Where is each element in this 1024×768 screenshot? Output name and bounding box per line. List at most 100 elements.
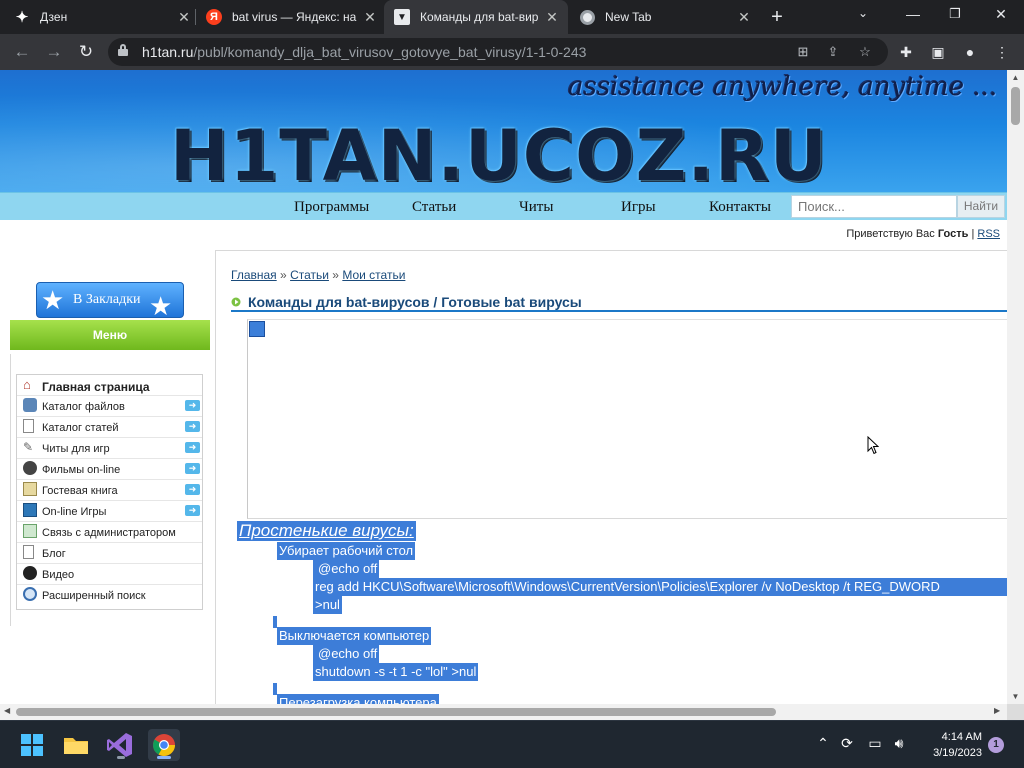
sidebar-item-label: Каталог статей [42,422,119,434]
reload-icon[interactable]: ↻ [76,42,96,62]
yandex-icon: Я [206,9,222,25]
video-icon [23,566,37,580]
new-tab-button[interactable]: + [766,6,788,28]
breadcrumb-home[interactable]: Главная [231,268,277,282]
clock-date: 3/19/2023 [933,747,982,759]
share-icon[interactable]: ⇪ [824,44,842,60]
system-clock[interactable]: 4:14 AM 3/19/2023 [916,729,982,761]
close-icon[interactable]: ✕ [544,9,560,26]
breadcrumb-separator: » [280,268,287,282]
show-hidden-icons[interactable]: ⌃ [814,735,832,752]
bookmark-star-icon[interactable]: ☆ [856,44,874,60]
sidebar-item-online-games[interactable]: On-line Игры ➜ [17,501,202,522]
close-icon[interactable]: ✕ [736,9,752,26]
sidebar-item-label: Блог [42,548,66,560]
nav-articles[interactable]: Статьи [412,199,456,216]
globe-icon [23,503,37,517]
sidebar-item-video[interactable]: Видео [17,564,202,585]
greeting-user: Гость [937,228,969,240]
breadcrumb-my-articles[interactable]: Мои статьи [342,268,405,282]
vertical-scrollbar[interactable]: ▲ ▼ [1007,70,1024,704]
scroll-left-icon[interactable]: ◀ [4,706,10,715]
sidebar-item-label: Главная страница [42,380,150,394]
tab-search-icon[interactable]: ⌄ [852,6,874,20]
sidebar-item-advanced-search[interactable]: Расширенный поиск [17,585,202,606]
profile-icon[interactable]: ● [960,42,980,62]
tab-yandex[interactable]: Я bat virus — Яндекс: на ✕ [206,0,378,34]
scroll-down-icon[interactable]: ▼ [1007,692,1024,701]
scroll-right-icon[interactable]: ▶ [994,706,1000,715]
breadcrumb-articles[interactable]: Статьи [290,268,329,282]
title-underline [231,310,1007,312]
side-panel-icon[interactable]: ▣ [928,42,948,62]
site-favicon-icon: ▼ [394,9,410,25]
sync-icon[interactable]: ⟳ [838,735,856,752]
nav-games[interactable]: Игры [621,199,656,216]
translate-icon[interactable]: ⊞ [794,44,812,60]
greeting: Приветствую Вас Гость | RSS [846,228,1000,240]
blog-icon [23,545,34,559]
menu-kebab-icon[interactable]: ⋮ [992,42,1012,62]
dzen-icon: ✦ [15,9,29,26]
site-search-input[interactable]: Поиск... [791,195,957,218]
arrow-right-icon: ➜ [185,463,200,474]
arrow-right-icon: ➜ [185,484,200,495]
section-heading: Простенькие вирусы: [237,521,416,541]
forward-icon[interactable]: → [44,42,64,62]
start-button[interactable] [16,729,48,761]
film-icon [23,461,37,475]
code-caption: Перезагрузка компьютера [277,694,439,704]
address-bar[interactable]: h1tan.ru/publ/komandy_dlja_bat_virusov_g… [108,38,888,66]
close-icon[interactable]: ✕ [362,9,378,26]
tab-active-page[interactable]: ▼ Команды для bat-вир ✕ [384,0,568,34]
extensions-icon[interactable]: ✚ [896,42,916,62]
nav-programs[interactable]: Программы [294,199,369,216]
sidebar-item-articles[interactable]: Каталог статей ➜ [17,417,202,438]
file-explorer-button[interactable] [60,729,92,761]
close-icon[interactable]: ✕ [176,9,192,26]
sidebar-item-guestbook[interactable]: Гостевая книга ➜ [17,480,202,501]
scroll-up-icon[interactable]: ▲ [1007,73,1024,82]
nav-contacts[interactable]: Контакты [709,199,771,216]
chrome-icon [580,9,595,25]
search-icon [23,587,37,601]
scrollbar-thumb[interactable] [16,708,776,716]
restore-icon[interactable]: ❐ [944,6,966,22]
sidebar-item-files[interactable]: Каталог файлов ➜ [17,396,202,417]
sidebar-item-label: Расширенный поиск [42,590,146,602]
home-icon: ⌂ [23,377,31,392]
window-close-icon[interactable]: ✕ [990,6,1012,23]
horizontal-scrollbar[interactable]: ◀ ▶ [0,704,1007,720]
rss-link[interactable]: RSS [977,228,1000,240]
page-viewport: assistance anywhere, anytime ... H1TAN.U… [0,70,1007,704]
star-icon: ★ [149,291,173,321]
volume-icon[interactable]: 🔊︎ [890,735,908,752]
tab-new-tab[interactable]: New Tab ✕ [580,0,752,34]
sidebar-item-label: Читы для игр [42,443,110,455]
sidebar-item-movies[interactable]: Фильмы on-line ➜ [17,459,202,480]
sidebar-item-home[interactable]: ⌂ Главная страница [17,375,202,396]
nav-cheats[interactable]: Читы [519,199,553,216]
visual-studio-button[interactable] [104,729,136,761]
network-icon[interactable]: ▭ [866,735,884,752]
site-logo[interactable]: H1TAN.UCOZ.RU [170,118,828,192]
add-bookmark-label: В Закладки [73,292,141,307]
sidebar-item-cheats[interactable]: ✎ Читы для игр ➜ [17,438,202,459]
sidebar-item-label: On-line Игры [42,506,107,518]
scrollbar-thumb[interactable] [1011,87,1020,125]
sidebar-item-blog[interactable]: Блог [17,543,202,564]
back-icon[interactable]: ← [12,42,32,62]
tab-title: Команды для bat-вир [420,10,539,24]
arrow-right-icon: ➜ [185,505,200,516]
add-bookmark-button[interactable]: ★ В Закладки ★ [36,282,184,321]
tab-dzen[interactable]: ✦ Дзен ✕ [14,0,192,34]
code-line: >nul [313,596,342,614]
notification-badge[interactable]: 1 [988,737,1004,753]
site-search-button[interactable]: Найти [957,195,1005,218]
sidebar-item-label: Видео [42,569,75,581]
tab-title: New Tab [605,10,652,24]
sidebar-item-contact-admin[interactable]: Связь с администратором [17,522,202,543]
minimize-icon[interactable]: — [902,6,924,22]
chrome-taskbar-button[interactable] [148,729,180,761]
running-indicator [157,756,171,759]
